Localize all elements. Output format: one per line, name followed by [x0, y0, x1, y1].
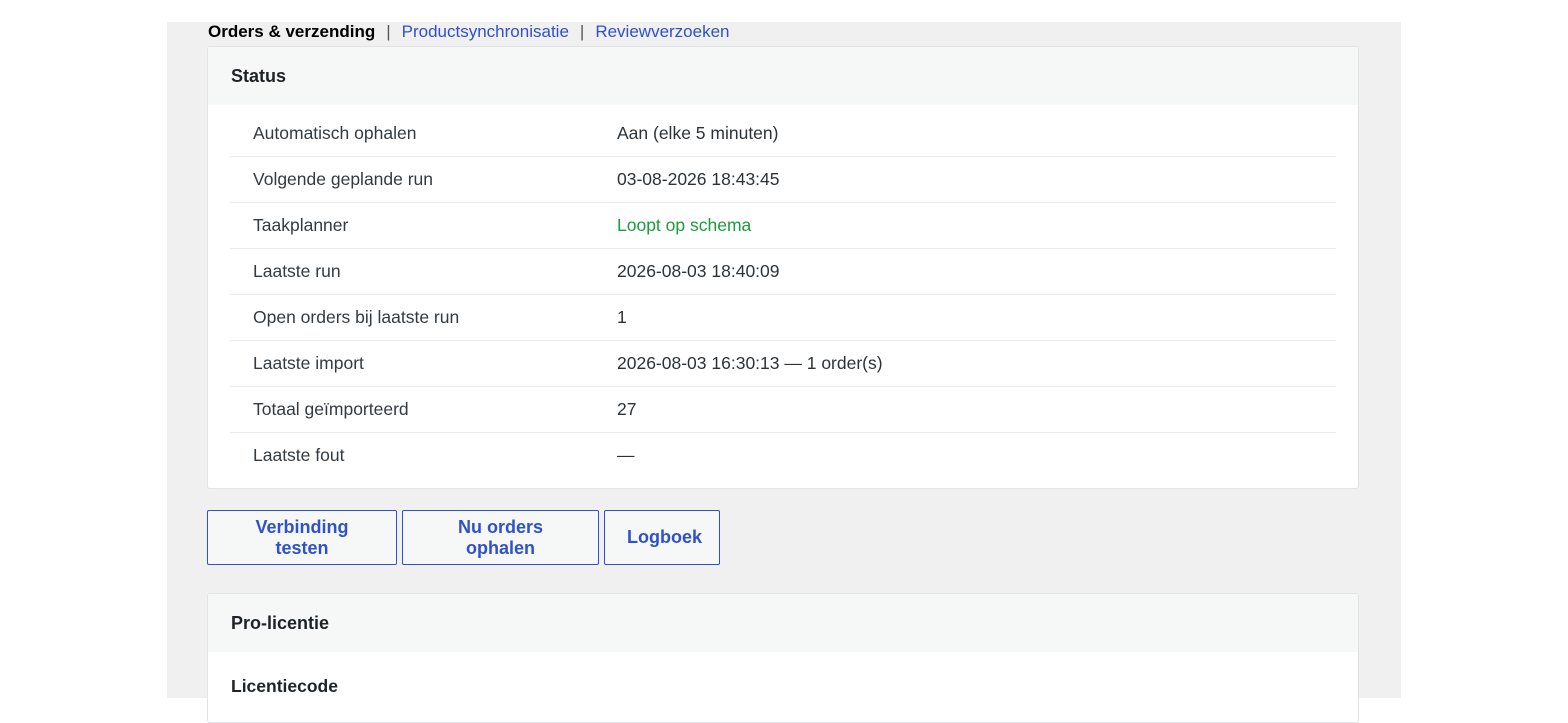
scheduler-status-ok: Loopt op schema — [617, 215, 752, 235]
status-row-last-import: Laatste import 2026-08-03 16:30:13 — 1 o… — [230, 341, 1336, 387]
status-label: Taakplanner — [253, 215, 349, 235]
subnav-item-product-sync[interactable]: Productsynchronisatie — [402, 23, 569, 41]
status-value: — — [617, 445, 635, 465]
status-value: Aan (elke 5 minuten) — [617, 123, 779, 143]
status-value: 1 — [617, 307, 627, 327]
status-label: Laatste run — [253, 261, 341, 281]
subnav-item-orders-shipping[interactable]: Orders & verzending — [208, 23, 375, 41]
fetch-orders-now-button[interactable]: Nu orders ophalen — [402, 510, 599, 565]
status-card-title: Status — [208, 47, 1358, 105]
status-table: Automatisch ophalen Aan (elke 5 minuten)… — [230, 111, 1336, 478]
status-label: Totaal geïmporteerd — [253, 399, 409, 419]
action-buttons: Verbinding testen Nu orders ophalen Logb… — [207, 510, 720, 565]
status-label: Automatisch ophalen — [253, 123, 417, 143]
status-label: Volgende geplande run — [253, 169, 434, 189]
subnav-separator: | — [386, 22, 391, 41]
status-row-last-run: Laatste run 2026-08-03 18:40:09 — [230, 249, 1336, 295]
status-value: 2026-08-03 18:40:09 — [617, 261, 780, 281]
status-label: Laatste fout — [253, 445, 345, 465]
settings-page: Orders & verzending | Productsynchronisa… — [167, 22, 1401, 723]
status-row-open-orders: Open orders bij laatste run 1 — [230, 295, 1336, 341]
status-card: Status Automatisch ophalen Aan (elke 5 m… — [207, 46, 1359, 489]
status-value: 27 — [617, 399, 637, 419]
status-label: Laatste import — [253, 353, 364, 373]
status-row-auto-fetch: Automatisch ophalen Aan (elke 5 minuten) — [230, 111, 1336, 157]
status-row-scheduler: Taakplanner Loopt op schema — [230, 203, 1336, 249]
license-code-label: Licentiecode — [231, 676, 338, 696]
status-value: 03-08-2026 18:43:45 — [617, 169, 780, 189]
log-button[interactable]: Logboek — [604, 510, 720, 565]
subnav-item-review-requests[interactable]: Reviewverzoeken — [595, 23, 729, 41]
status-row-last-error: Laatste fout — — [230, 433, 1336, 478]
status-value: 2026-08-03 16:30:13 — 1 order(s) — [617, 353, 883, 373]
test-connection-button[interactable]: Verbinding testen — [207, 510, 397, 565]
status-label: Open orders bij laatste run — [253, 307, 460, 327]
pro-license-card-title: Pro-licentie — [208, 594, 1358, 652]
status-row-total-imported: Totaal geïmporteerd 27 — [230, 387, 1336, 433]
status-row-next-run: Volgende geplande run 03-08-2026 18:43:4… — [230, 157, 1336, 203]
settings-subnav: Orders & verzending | Productsynchronisa… — [208, 22, 730, 42]
pro-license-card: Pro-licentie Licentiecode — [207, 593, 1359, 723]
subnav-separator: | — [579, 22, 585, 41]
